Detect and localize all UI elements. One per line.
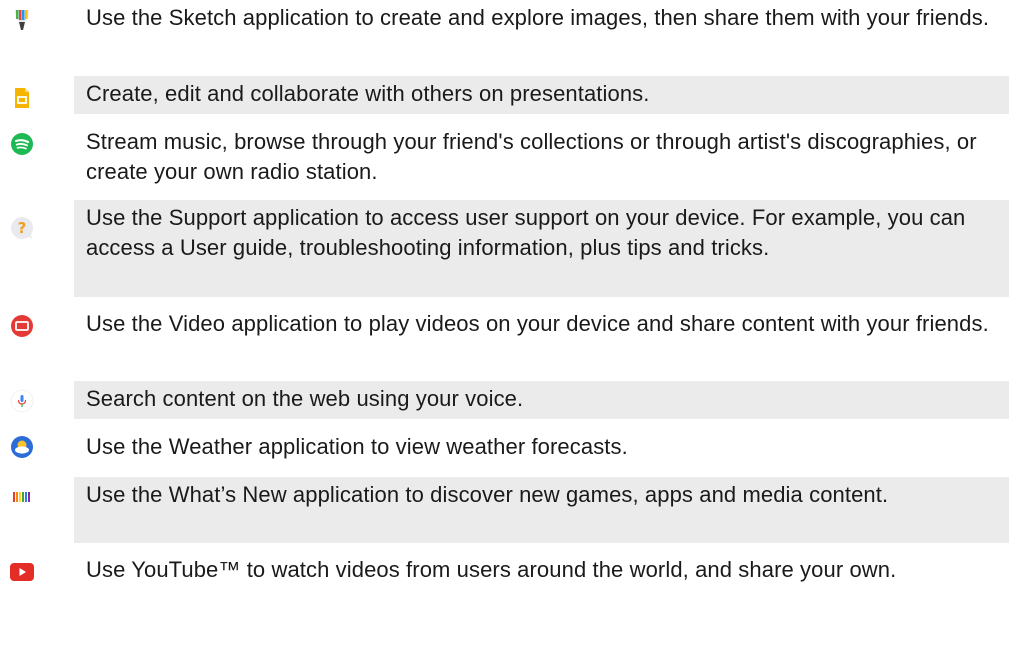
list-item-description: Use the Weather application to view weat…: [86, 434, 628, 459]
list-item-description: Use the Video application to play videos…: [86, 311, 989, 336]
support-icon: ?: [8, 214, 36, 242]
list-item-description: Stream music, browse through your friend…: [86, 129, 977, 184]
list-item-whats-new: Use the What’s New application to discov…: [0, 477, 1009, 543]
svg-text:?: ?: [18, 219, 27, 237]
list-item-description: Search content on the web using your voi…: [74, 381, 1009, 419]
youtube-icon: [8, 558, 36, 586]
list-item-video: Use the Video application to play videos…: [0, 306, 1009, 372]
list-item-voice-search: Search content on the web using your voi…: [0, 381, 1009, 419]
list-item-sketch: Use the Sketch application to create and…: [0, 0, 1009, 66]
list-item-youtube: Use YouTube™ to watch videos from users …: [0, 552, 1009, 618]
list-item-spotify: Stream music, browse through your friend…: [0, 124, 1009, 190]
list-item-weather: Use the Weather application to view weat…: [0, 429, 1009, 467]
weather-icon: [8, 433, 36, 461]
list-item-description: Use YouTube™ to watch videos from users …: [86, 557, 897, 582]
list-item-description: Use the What’s New application to discov…: [74, 477, 1009, 543]
sketch-icon: [8, 6, 36, 34]
slides-icon: [8, 84, 36, 112]
video-icon: [8, 312, 36, 340]
list-item-description: Use the Sketch application to create and…: [86, 5, 990, 30]
list-item-description: Use the Support application to access us…: [74, 200, 1009, 297]
list-item-slides: Create, edit and collaborate with others…: [0, 76, 1009, 114]
list-item-support: ? Use the Support application to access …: [0, 200, 1009, 297]
list-item-description: Create, edit and collaborate with others…: [74, 76, 1009, 114]
whats-new-icon: [8, 483, 36, 511]
spotify-icon: [8, 130, 36, 158]
voice-search-icon: [8, 387, 36, 415]
